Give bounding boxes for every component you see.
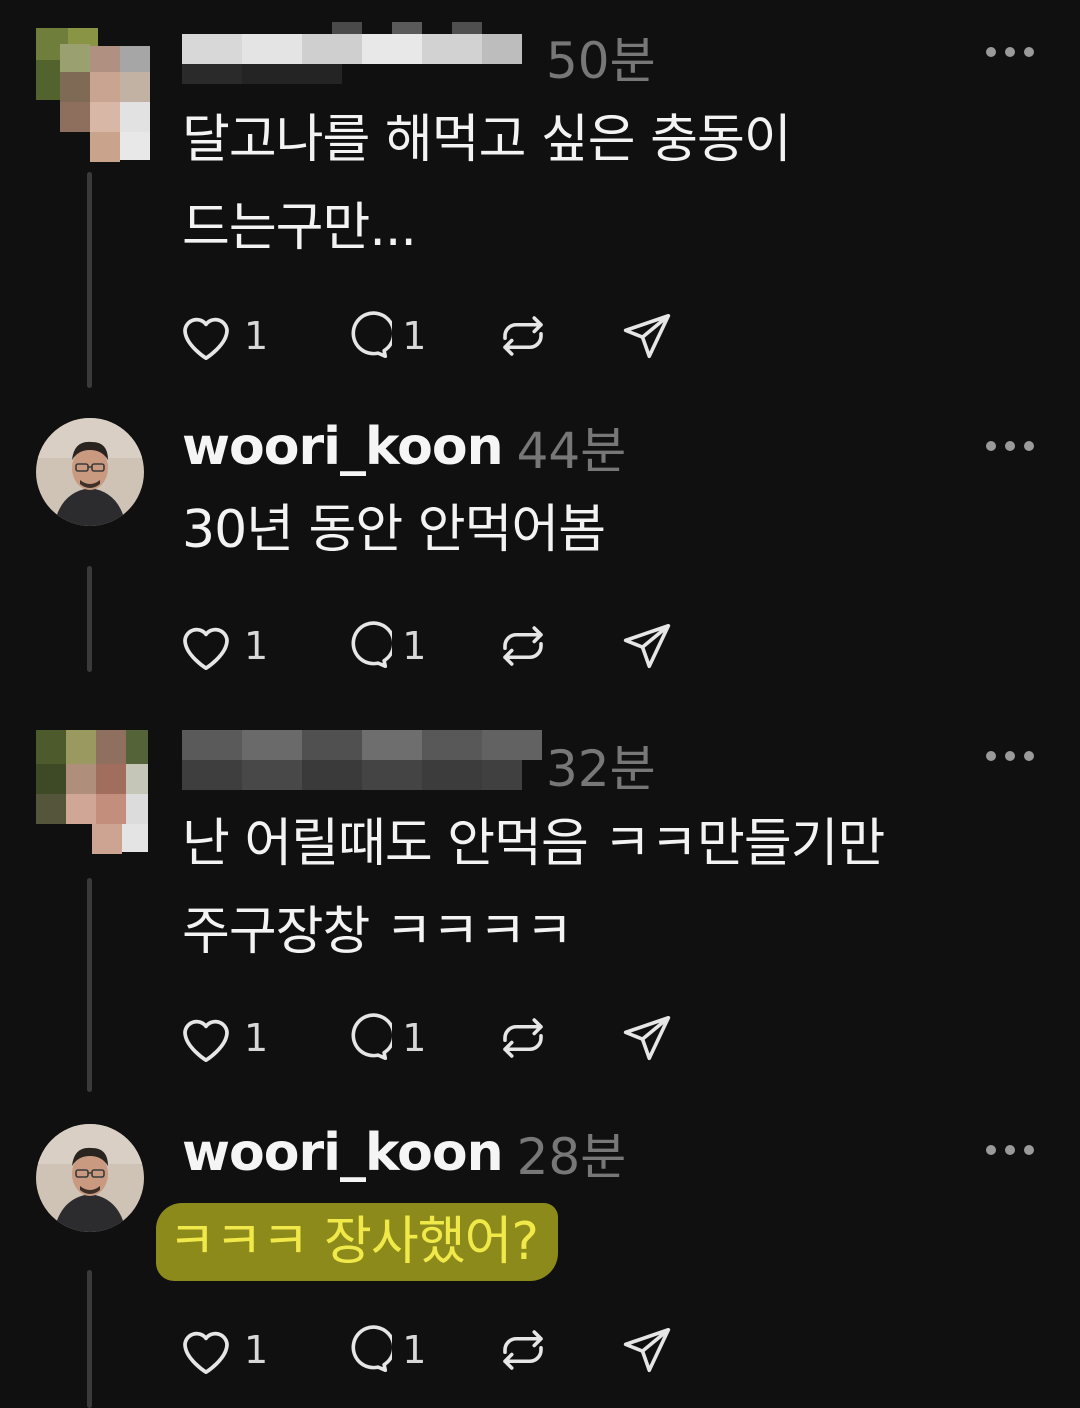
post-header: woori_koon 28분 — [182, 1118, 626, 1188]
thread-line — [87, 1270, 92, 1408]
reply-button[interactable]: 1 — [338, 619, 426, 673]
repost-icon — [503, 626, 544, 666]
avatar[interactable] — [36, 28, 156, 168]
post-text: ㅋㅋㅋ 장사했어? — [156, 1198, 1002, 1286]
thread-line — [87, 172, 92, 388]
repost-button[interactable] — [496, 1011, 550, 1065]
reply-button[interactable]: 1 — [338, 1323, 426, 1377]
send-icon — [624, 1327, 671, 1373]
reply-count: 1 — [402, 624, 427, 668]
avatar[interactable] — [36, 418, 144, 526]
send-icon — [624, 1015, 671, 1061]
more-options-icon[interactable] — [986, 1140, 1034, 1160]
post-header: 32분 — [182, 730, 656, 800]
reply-count: 1 — [402, 1016, 427, 1060]
repost-icon — [503, 1018, 544, 1058]
avatar[interactable] — [36, 1124, 144, 1232]
thread-line — [87, 566, 92, 672]
like-button[interactable]: 1 — [178, 1324, 268, 1376]
more-options-icon[interactable] — [986, 42, 1034, 62]
repost-button[interactable] — [496, 309, 550, 363]
heart-icon — [183, 627, 229, 671]
post-time: 32분 — [546, 740, 656, 798]
share-button[interactable] — [620, 1011, 674, 1065]
reply-count: 1 — [402, 1328, 427, 1372]
post-text-line: 드는구만... — [182, 198, 417, 258]
reply-count: 1 — [402, 314, 427, 358]
post-header: 50분 — [182, 22, 656, 92]
post-text: 달고나를 해먹고 싶은 충동이 드는구만... — [182, 96, 1002, 272]
share-button[interactable] — [620, 309, 674, 363]
more-options-icon[interactable] — [986, 436, 1034, 456]
repost-icon — [503, 316, 544, 356]
like-button[interactable]: 1 — [178, 620, 268, 672]
like-count: 1 — [244, 1328, 269, 1372]
post-time: 28분 — [516, 1128, 627, 1186]
like-button[interactable]: 1 — [178, 1012, 268, 1064]
action-bar: 1 1 — [178, 1008, 744, 1068]
repost-button[interactable] — [496, 1323, 550, 1377]
post-time: 44분 — [516, 422, 627, 480]
username[interactable]: woori_koon — [182, 1123, 504, 1183]
like-button[interactable]: 1 — [178, 310, 268, 362]
action-bar: 1 1 — [178, 616, 744, 676]
action-bar: 1 1 — [178, 306, 744, 366]
post-text: 난 어릴때도 안먹음 ㅋㅋ만들기만 주구장창 ㅋㅋㅋㅋ — [182, 800, 1002, 976]
reply-button[interactable]: 1 — [338, 309, 426, 363]
post-text-line: 난 어릴때도 안먹음 ㅋㅋ만들기만 — [182, 814, 885, 874]
like-count: 1 — [244, 624, 269, 668]
send-icon — [624, 623, 671, 669]
highlighted-text: ㅋㅋㅋ 장사했어? — [156, 1203, 559, 1281]
thread-line — [87, 878, 92, 1092]
post-text-line: 달고나를 해먹고 싶은 충동이 — [182, 110, 792, 170]
repost-button[interactable] — [496, 619, 550, 673]
repost-icon — [503, 1330, 544, 1370]
redacted-username — [182, 22, 542, 92]
post-text-line: 주구장창 ㅋㅋㅋㅋ — [182, 902, 573, 962]
action-bar: 1 1 — [178, 1320, 744, 1380]
post-time: 50분 — [546, 32, 656, 90]
speech-bubble-icon — [351, 1013, 393, 1061]
avatar[interactable] — [36, 730, 156, 870]
reply-button[interactable]: 1 — [338, 1011, 426, 1065]
share-button[interactable] — [620, 619, 674, 673]
like-count: 1 — [244, 314, 269, 358]
post-text-line: 30년 동안 안먹어봄 — [182, 500, 606, 560]
more-options-icon[interactable] — [986, 746, 1034, 766]
speech-bubble-icon — [351, 311, 393, 359]
heart-icon — [183, 1019, 229, 1063]
heart-icon — [183, 317, 229, 361]
like-count: 1 — [244, 1016, 269, 1060]
post-text: 30년 동안 안먹어봄 — [182, 486, 1002, 574]
share-button[interactable] — [620, 1323, 674, 1377]
speech-bubble-icon — [351, 1325, 393, 1373]
post-header: woori_koon 44분 — [182, 412, 626, 482]
redacted-username — [182, 730, 542, 800]
username[interactable]: woori_koon — [182, 417, 504, 477]
send-icon — [624, 313, 671, 359]
heart-icon — [183, 1331, 229, 1375]
speech-bubble-icon — [351, 621, 393, 669]
